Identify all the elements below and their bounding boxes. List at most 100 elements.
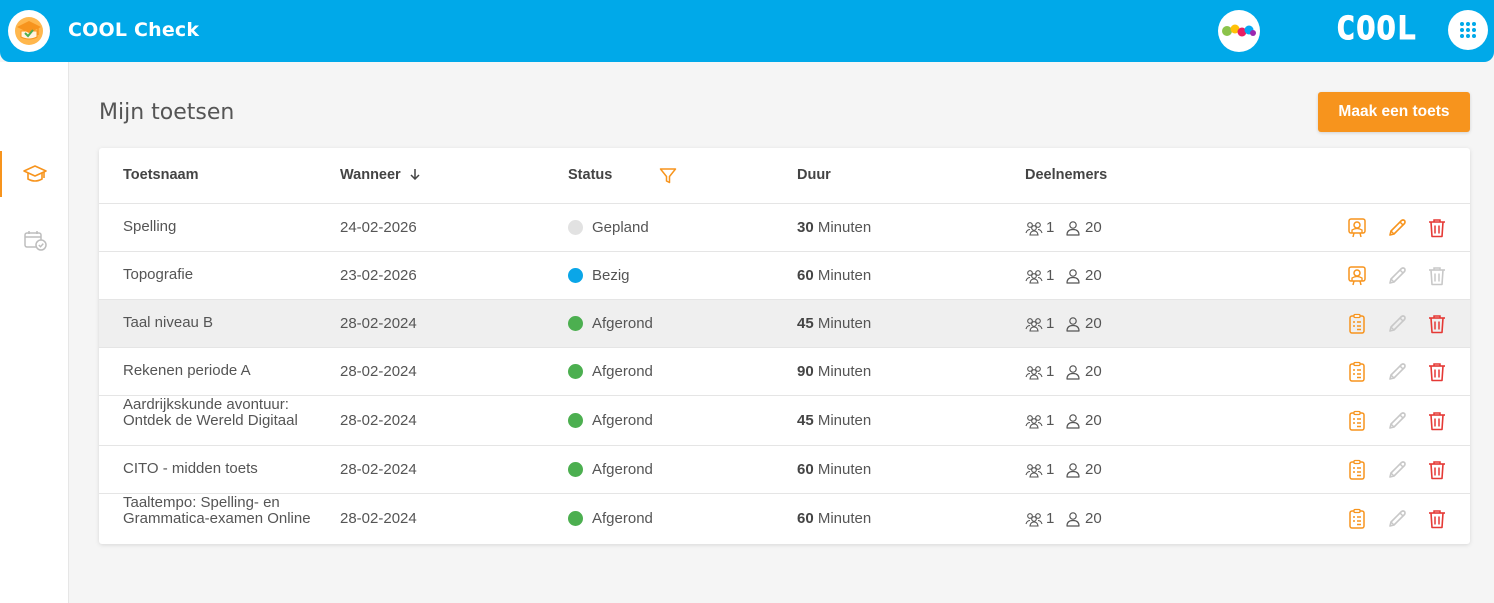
table-row[interactable]: Topografie 23-02-2026 Bezig 60 Minuten 1… bbox=[99, 252, 1470, 300]
participant-count: 20 bbox=[1065, 315, 1102, 332]
edit-test-button bbox=[1386, 508, 1408, 530]
group-icon bbox=[1025, 463, 1043, 478]
duration-value: 45 bbox=[797, 412, 814, 429]
participant-count: 20 bbox=[1065, 461, 1102, 478]
group-icon bbox=[1025, 221, 1043, 236]
view-results-button[interactable] bbox=[1346, 459, 1368, 481]
view-results-button[interactable] bbox=[1346, 361, 1368, 383]
test-duration: 60 Minuten bbox=[797, 267, 871, 284]
trash-icon bbox=[1429, 412, 1445, 431]
trash-icon bbox=[1429, 315, 1445, 334]
row-actions bbox=[1346, 459, 1448, 481]
group-count-value: 1 bbox=[1046, 510, 1055, 527]
view-results-button[interactable] bbox=[1346, 508, 1368, 530]
pencil-icon bbox=[1389, 412, 1406, 429]
test-duration: 60 Minuten bbox=[797, 510, 871, 527]
graduation-cap-icon bbox=[22, 165, 47, 182]
test-status: Gepland bbox=[568, 219, 649, 236]
participant-count: 20 bbox=[1065, 412, 1102, 429]
row-actions bbox=[1346, 217, 1448, 239]
column-header-name: Toetsnaam bbox=[123, 167, 199, 183]
table-row[interactable]: Rekenen periode A 28-02-2024 Afgerond 90… bbox=[99, 348, 1470, 396]
test-status: Afgerond bbox=[568, 461, 653, 478]
present-test-button[interactable] bbox=[1346, 265, 1368, 287]
duration-value: 45 bbox=[797, 315, 814, 332]
pencil-icon bbox=[1389, 315, 1406, 332]
view-results-button[interactable] bbox=[1346, 313, 1368, 335]
column-header-status: Status bbox=[568, 167, 613, 183]
status-filter-button[interactable] bbox=[659, 167, 677, 189]
duration-unit: Minuten bbox=[817, 412, 872, 429]
test-name[interactable]: Rekenen periode A bbox=[123, 363, 323, 379]
school-logo[interactable] bbox=[1218, 10, 1260, 52]
test-name[interactable]: CITO - midden toets bbox=[123, 461, 323, 477]
test-date: 24-02-2026 bbox=[340, 219, 417, 236]
table-row[interactable]: Spelling 24-02-2026 Gepland 30 Minuten 1… bbox=[99, 204, 1470, 252]
sidebar-item-tests[interactable] bbox=[0, 151, 69, 197]
app-title: COOL Check bbox=[68, 19, 200, 41]
status-label: Afgerond bbox=[592, 461, 653, 478]
table-row[interactable]: Taaltempo: Spelling- en Grammatica-exame… bbox=[99, 494, 1470, 544]
test-name[interactable]: Taal niveau B bbox=[123, 315, 323, 331]
status-label: Afgerond bbox=[592, 412, 653, 429]
trash-icon bbox=[1429, 510, 1445, 529]
row-actions bbox=[1346, 410, 1448, 432]
participant-count-value: 20 bbox=[1085, 412, 1102, 429]
group-count-value: 1 bbox=[1046, 363, 1055, 380]
participant-count-value: 20 bbox=[1085, 219, 1102, 236]
table-row[interactable]: CITO - midden toets 28-02-2024 Afgerond … bbox=[99, 446, 1470, 494]
test-duration: 45 Minuten bbox=[797, 412, 871, 429]
status-dot bbox=[568, 511, 583, 526]
participant-count: 20 bbox=[1065, 510, 1102, 527]
trash-icon bbox=[1429, 219, 1445, 238]
group-count: 1 bbox=[1025, 219, 1054, 236]
group-icon bbox=[1025, 365, 1043, 380]
table-row[interactable]: Aardrijkskunde avontuur: Ontdek de Werel… bbox=[99, 396, 1470, 446]
status-dot bbox=[568, 316, 583, 331]
duration-unit: Minuten bbox=[817, 219, 872, 236]
column-header-participants: Deelnemers bbox=[1025, 167, 1108, 183]
participant-count-value: 20 bbox=[1085, 315, 1102, 332]
test-name[interactable]: Spelling bbox=[123, 219, 323, 235]
edit-test-button bbox=[1386, 459, 1408, 481]
group-count: 1 bbox=[1025, 510, 1054, 527]
delete-test-button[interactable] bbox=[1426, 313, 1448, 335]
clipboard-list-icon bbox=[1349, 508, 1365, 529]
cool-check-logo[interactable] bbox=[8, 10, 50, 52]
delete-test-button[interactable] bbox=[1426, 361, 1448, 383]
view-results-button[interactable] bbox=[1346, 410, 1368, 432]
pencil-icon bbox=[1389, 461, 1406, 478]
tests-table: Toetsnaam Wanneer Status Duur Deelnemers… bbox=[99, 148, 1470, 544]
group-count-value: 1 bbox=[1046, 315, 1055, 332]
create-test-button[interactable]: Maak een toets bbox=[1318, 92, 1470, 132]
status-label: Gepland bbox=[592, 219, 649, 236]
clipboard-list-icon bbox=[1349, 313, 1365, 334]
delete-test-button[interactable] bbox=[1426, 459, 1448, 481]
graduation-cap-icon bbox=[15, 17, 43, 45]
row-actions bbox=[1346, 313, 1448, 335]
table-row[interactable]: Taal niveau B 28-02-2024 Afgerond 45 Min… bbox=[99, 300, 1470, 348]
person-icon bbox=[1066, 364, 1080, 380]
test-name[interactable]: Topografie bbox=[123, 267, 323, 283]
edit-test-button[interactable] bbox=[1386, 217, 1408, 239]
column-header-when[interactable]: Wanneer bbox=[340, 167, 421, 183]
page-title: Mijn toetsen bbox=[99, 100, 235, 125]
present-test-button[interactable] bbox=[1346, 217, 1368, 239]
test-date: 28-02-2024 bbox=[340, 363, 417, 380]
delete-test-button[interactable] bbox=[1426, 410, 1448, 432]
group-icon bbox=[1025, 414, 1043, 429]
test-name[interactable]: Taaltempo: Spelling- en Grammatica-exame… bbox=[123, 495, 323, 527]
delete-test-button[interactable] bbox=[1426, 508, 1448, 530]
edit-test-button bbox=[1386, 265, 1408, 287]
apps-grid-icon bbox=[1460, 22, 1476, 38]
trash-icon bbox=[1429, 363, 1445, 382]
test-name[interactable]: Aardrijkskunde avontuur: Ontdek de Werel… bbox=[123, 397, 323, 429]
person-icon bbox=[1066, 268, 1080, 284]
delete-test-button[interactable] bbox=[1426, 217, 1448, 239]
apps-grid-button[interactable] bbox=[1448, 10, 1488, 50]
group-count: 1 bbox=[1025, 461, 1054, 478]
test-duration: 90 Minuten bbox=[797, 363, 871, 380]
test-status: Afgerond bbox=[568, 510, 653, 527]
sidebar-item-calendar[interactable] bbox=[0, 217, 69, 263]
person-icon bbox=[1066, 413, 1080, 429]
